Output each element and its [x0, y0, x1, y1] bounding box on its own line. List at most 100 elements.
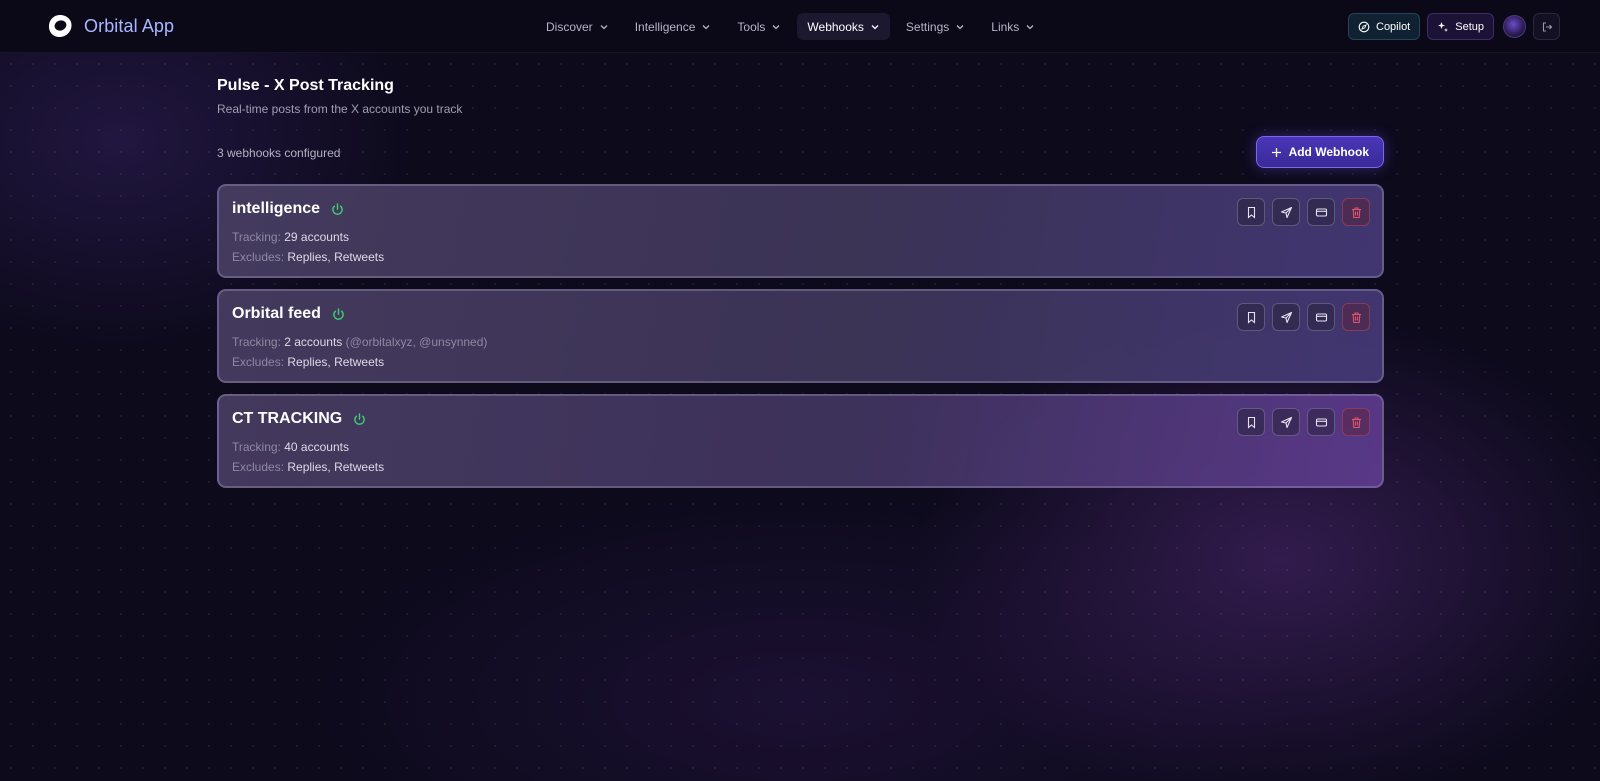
edit-webhook-button[interactable]: [1307, 408, 1335, 436]
tracking-value: 40 accounts: [284, 440, 349, 454]
chevron-down-icon: [772, 24, 780, 29]
send-icon: [1280, 416, 1292, 428]
card-icon: [1315, 207, 1327, 217]
nav-tools[interactable]: Tools: [727, 13, 791, 40]
nav-settings[interactable]: Settings: [896, 13, 975, 40]
nav-item-label: Links: [991, 19, 1020, 34]
webhook-name: CT TRACKING: [232, 410, 343, 427]
tracking-value: 2 accounts: [284, 335, 343, 349]
webhook-list: intelligence Tracking: 29 accounts Exclu…: [217, 184, 1384, 488]
bookmark-button[interactable]: [1237, 303, 1265, 331]
main-content: Pulse - X Post Tracking Real-time posts …: [217, 75, 1384, 488]
plus-icon: [1271, 147, 1281, 157]
app-name: Orbital App: [84, 15, 175, 36]
bookmark-button[interactable]: [1237, 408, 1265, 436]
top-navbar: Orbital App Discover Intelligence Tools …: [0, 0, 1600, 53]
webhook-name: intelligence: [232, 200, 321, 217]
logout-icon: [1542, 21, 1552, 32]
main-nav: Discover Intelligence Tools Webhooks Set…: [536, 13, 1045, 40]
sparkles-icon: [1438, 21, 1449, 32]
tracking-label: Tracking:: [232, 335, 281, 349]
webhook-name: Orbital feed: [232, 305, 321, 322]
trash-icon: [1351, 416, 1361, 428]
power-icon[interactable]: [352, 412, 367, 427]
page-subtitle: Real-time posts from the X accounts you …: [217, 102, 463, 116]
webhook-excludes: Excludes: Replies, Retweets: [232, 355, 384, 369]
webhook-card[interactable]: intelligence Tracking: 29 accounts Exclu…: [217, 184, 1384, 278]
delete-webhook-button[interactable]: [1342, 303, 1370, 331]
webhook-header: Orbital feed: [232, 305, 346, 323]
card-icon: [1315, 312, 1327, 322]
compass-icon: [1358, 21, 1370, 32]
orbital-logo-icon: [48, 15, 72, 37]
webhook-header: intelligence: [232, 200, 345, 218]
chevron-down-icon: [702, 24, 710, 29]
excludes-value: Replies, Retweets: [287, 460, 385, 474]
send-icon: [1280, 311, 1292, 323]
card-icon: [1315, 417, 1327, 427]
add-webhook-button[interactable]: Add Webhook: [1255, 136, 1384, 168]
logout-button[interactable]: [1533, 13, 1560, 40]
webhook-count: 3 webhooks configured: [217, 146, 341, 160]
edit-webhook-button[interactable]: [1307, 303, 1335, 331]
nav-intelligence[interactable]: Intelligence: [625, 13, 722, 40]
send-icon: [1280, 206, 1292, 218]
delete-webhook-button[interactable]: [1342, 198, 1370, 226]
trash-icon: [1351, 311, 1361, 323]
webhook-tracking: Tracking: 29 accounts: [232, 230, 349, 244]
excludes-label: Excludes:: [232, 460, 285, 474]
chevron-down-icon: [956, 24, 964, 29]
webhook-actions: [1237, 408, 1370, 436]
chevron-down-icon: [600, 24, 608, 29]
power-icon[interactable]: [331, 307, 346, 322]
delete-webhook-button[interactable]: [1342, 408, 1370, 436]
webhook-tracking: Tracking: 40 accounts: [232, 440, 349, 454]
webhook-tracking: Tracking: 2 accounts (@orbitalxyz, @unsy…: [232, 335, 487, 349]
bookmark-icon: [1247, 416, 1255, 429]
user-avatar[interactable]: [1503, 15, 1526, 38]
nav-item-label: Discover: [546, 19, 593, 34]
excludes-label: Excludes:: [232, 355, 285, 369]
bookmark-icon: [1247, 311, 1255, 324]
page-title: Pulse - X Post Tracking: [217, 77, 394, 94]
copilot-label: Copilot: [1376, 20, 1411, 33]
nav-item-label: Webhooks: [807, 19, 864, 34]
nav-links[interactable]: Links: [981, 13, 1045, 40]
excludes-value: Replies, Retweets: [287, 355, 385, 369]
power-icon[interactable]: [330, 202, 345, 217]
brand[interactable]: Orbital App: [47, 13, 174, 39]
chevron-down-icon: [871, 24, 879, 29]
send-test-button[interactable]: [1272, 303, 1300, 331]
webhook-card[interactable]: Orbital feed Tracking: 2 accounts (@orbi…: [217, 289, 1384, 383]
tracked-handles: (@orbitalxyz, @unsynned): [345, 335, 488, 349]
tracking-label: Tracking:: [232, 440, 281, 454]
webhook-excludes: Excludes: Replies, Retweets: [232, 460, 384, 474]
nav-discover[interactable]: Discover: [536, 13, 619, 40]
setup-button[interactable]: Setup: [1427, 13, 1494, 40]
send-test-button[interactable]: [1272, 408, 1300, 436]
webhook-card[interactable]: CT TRACKING Tracking: 40 accounts Exclud…: [217, 394, 1384, 488]
add-webhook-label: Add Webhook: [1288, 145, 1369, 159]
excludes-value: Replies, Retweets: [287, 250, 385, 264]
bookmark-icon: [1247, 206, 1255, 219]
tracking-label: Tracking:: [232, 230, 281, 244]
nav-right-actions: Copilot Setup: [1348, 13, 1560, 40]
nav-webhooks[interactable]: Webhooks: [797, 13, 890, 40]
chevron-down-icon: [1026, 24, 1034, 29]
send-test-button[interactable]: [1272, 198, 1300, 226]
nav-item-label: Settings: [905, 19, 950, 34]
webhook-header: CT TRACKING: [232, 410, 367, 428]
nav-item-label: Intelligence: [634, 19, 696, 34]
webhooks-toolbar: 3 webhooks configured Add Webhook: [217, 136, 1384, 170]
nav-item-label: Tools: [737, 19, 766, 34]
webhook-actions: [1237, 198, 1370, 226]
webhook-actions: [1237, 303, 1370, 331]
edit-webhook-button[interactable]: [1307, 198, 1335, 226]
trash-icon: [1351, 206, 1361, 218]
setup-label: Setup: [1455, 20, 1484, 33]
webhook-excludes: Excludes: Replies, Retweets: [232, 250, 384, 264]
tracking-value: 29 accounts: [284, 230, 349, 244]
excludes-label: Excludes:: [232, 250, 285, 264]
bookmark-button[interactable]: [1237, 198, 1265, 226]
copilot-button[interactable]: Copilot: [1348, 13, 1421, 40]
